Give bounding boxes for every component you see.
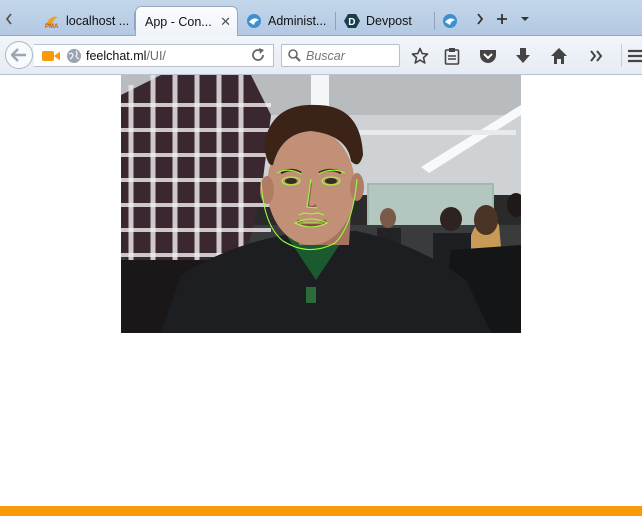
star-icon — [411, 47, 429, 64]
search-bar[interactable] — [281, 44, 400, 67]
tab-label: Devpost — [366, 14, 412, 28]
search-icon — [288, 49, 301, 62]
page-content — [0, 75, 642, 506]
tab-divider — [335, 12, 336, 30]
tab-strip: PMA localhost ... App - Con... ✕ Adminis… — [0, 0, 642, 37]
tab-label: localhost ... — [66, 14, 130, 28]
webcam-video — [121, 75, 521, 333]
site-identity-icon[interactable] — [66, 48, 82, 64]
webcam-feed — [121, 75, 521, 333]
pocket-icon — [480, 50, 496, 63]
tab-divider — [434, 12, 435, 30]
chevron-right-icon — [477, 13, 484, 25]
chevron-left-icon — [5, 13, 12, 25]
clipboard-icon — [444, 48, 460, 65]
url-domain: feelchat.ml — [86, 48, 147, 63]
tab-devpost[interactable]: D Devpost — [338, 7, 434, 35]
tab-app[interactable]: App - Con... ✕ — [135, 6, 238, 37]
footer-bar — [0, 506, 642, 516]
phpmyadmin-icon: PMA — [44, 13, 60, 29]
chevron-down-icon — [521, 17, 529, 21]
mobile-service-icon — [442, 13, 458, 29]
devpost-icon: D — [344, 13, 360, 29]
plus-icon — [497, 14, 507, 24]
downloads-button[interactable] — [512, 45, 534, 67]
pocket-button[interactable] — [477, 45, 499, 67]
tab-localhost[interactable]: PMA localhost ... — [38, 7, 134, 35]
bookmark-star-button[interactable] — [409, 45, 431, 67]
download-arrow-icon — [516, 48, 530, 63]
tab-administ[interactable]: Administ... — [240, 7, 335, 35]
scroll-tabs-left-button[interactable] — [0, 8, 18, 30]
url-bar[interactable]: feelchat.ml/UI/ — [34, 44, 274, 67]
list-all-tabs-button[interactable] — [516, 8, 534, 30]
mobile-service-icon — [246, 13, 262, 29]
camera-sharing-icon[interactable] — [42, 50, 60, 62]
new-tab-button[interactable] — [493, 8, 511, 30]
url-text: feelchat.ml/UI/ — [86, 49, 166, 63]
scroll-tabs-right-button[interactable] — [471, 8, 489, 30]
tab-label: Administ... — [268, 14, 327, 28]
svg-text:D: D — [348, 17, 355, 28]
reading-list-button[interactable] — [441, 45, 463, 67]
close-tab-icon[interactable]: ✕ — [214, 14, 231, 30]
tab-label: App - Con... — [145, 15, 212, 29]
url-path: /UI/ — [146, 48, 166, 63]
hamburger-menu-icon — [628, 49, 642, 63]
navigation-toolbar: feelchat.ml/UI/ — [0, 36, 642, 75]
search-input[interactable] — [306, 48, 396, 63]
arrow-left-icon — [11, 48, 26, 62]
back-button[interactable] — [5, 41, 33, 69]
svg-text:PMA: PMA — [45, 24, 59, 29]
home-button[interactable] — [548, 45, 570, 67]
home-icon — [551, 48, 567, 64]
toolbar-divider — [621, 44, 622, 67]
overflow-toolbar-button[interactable] — [585, 45, 607, 67]
double-chevron-right-icon — [590, 50, 603, 62]
reload-icon[interactable] — [251, 48, 265, 65]
tab-partial[interactable] — [438, 7, 468, 35]
menu-button[interactable] — [626, 45, 642, 67]
